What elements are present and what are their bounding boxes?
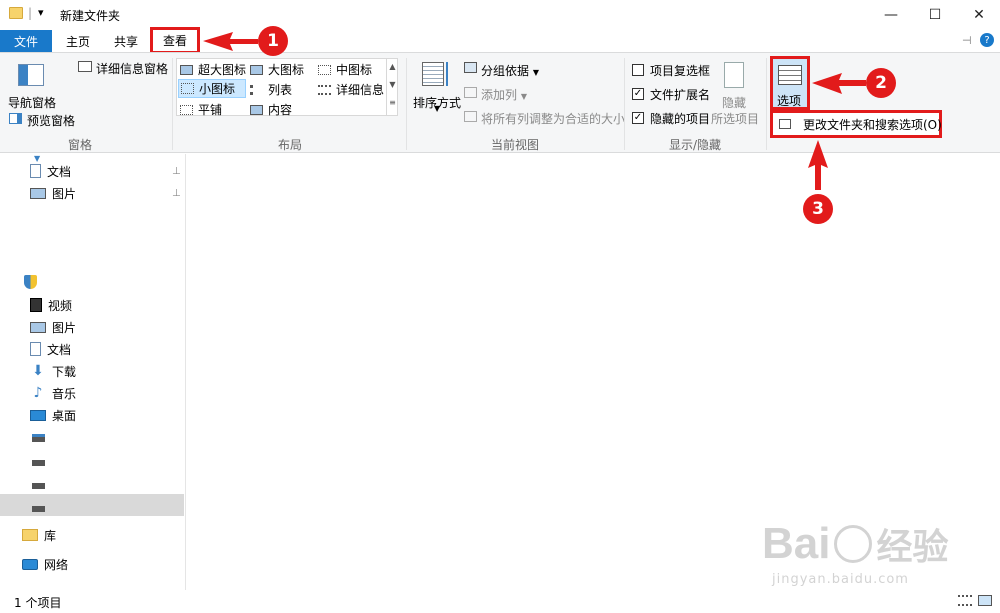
watermark-brand: Bai (762, 519, 831, 568)
watermark-logo: Bai 经验 (762, 518, 949, 570)
arrow-three (808, 140, 828, 190)
annotation-badge-2: 2 (866, 68, 896, 98)
paw-icon (834, 525, 873, 563)
arrow-two (812, 73, 866, 94)
watermark-url: jingyan.baidu.com (772, 572, 909, 587)
arrow-one (203, 32, 258, 51)
annotation-badge-3: 3 (803, 194, 833, 224)
annotation-badge-1: 1 (258, 26, 288, 56)
watermark-brand-cn: 经验 (876, 526, 949, 567)
